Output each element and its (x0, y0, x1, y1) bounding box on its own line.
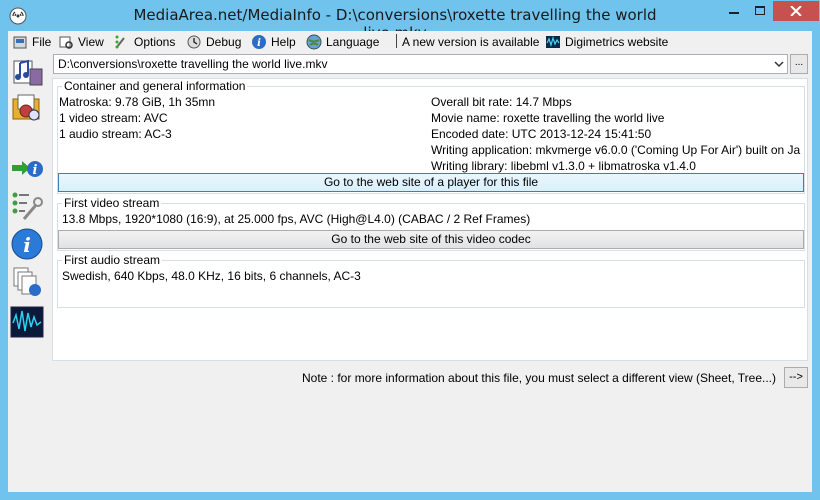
view-sidebar: i i (8, 51, 46, 351)
options-icon (115, 35, 125, 48)
change-view-button[interactable]: --> (784, 367, 808, 388)
view-note: Note : for more information about this f… (302, 371, 776, 385)
audio-info: Swedish, 640 Kbps, 48.0 KHz, 16 bits, 6 … (62, 269, 361, 283)
menu-language-label: Language (326, 34, 380, 49)
video-group: First video stream 13.8 Mbps, 1920*1080 … (57, 196, 805, 251)
minimize-button[interactable] (720, 1, 747, 21)
menu-separator (396, 34, 397, 48)
open-folder-icon (12, 94, 40, 121)
preferences-button[interactable] (10, 189, 44, 223)
codec-website-button[interactable]: Go to the web site of this video codec (58, 230, 804, 249)
menu-new-version[interactable]: A new version is available (402, 33, 539, 50)
export-button[interactable]: i (10, 151, 44, 185)
audio-group-title: First audio stream (62, 253, 163, 267)
file-path-value: D:\conversions\roxette travelling the wo… (58, 57, 328, 71)
video-group-title: First video stream (62, 196, 162, 210)
general-right-line: Overall bit rate: 14.7 Mbps (431, 95, 572, 109)
preferences-icon (12, 192, 43, 220)
file-icon (13, 36, 27, 48)
maximize-icon (755, 6, 765, 15)
open-folder-button[interactable] (10, 91, 44, 125)
app-window: MediaArea.net/MediaInfo - D:\conversions… (0, 0, 820, 500)
svg-text:i: i (257, 38, 261, 49)
general-group-title: Container and general information (62, 79, 248, 93)
title-bar[interactable]: MediaArea.net/MediaInfo - D:\conversions… (0, 0, 820, 42)
open-file-icon (13, 59, 43, 86)
browse-button[interactable]: ... (790, 54, 808, 74)
menu-language[interactable]: Language (306, 33, 379, 50)
video-info: 13.8 Mbps, 1920*1080 (16:9), at 25.000 f… (62, 212, 531, 226)
menu-digimetrics-label: Digimetrics website (565, 34, 669, 49)
svg-text:i: i (33, 163, 38, 178)
about-icon: i (11, 228, 43, 260)
menu-bar: File View Options Debug i Help Language (8, 31, 812, 51)
globe-icon (306, 34, 322, 49)
digimetrics-button[interactable] (10, 305, 44, 339)
close-button[interactable] (773, 1, 819, 21)
debug-icon (187, 35, 201, 48)
about-button[interactable]: i (10, 227, 44, 261)
menu-digimetrics[interactable]: Digimetrics website (545, 33, 668, 50)
export-icon: i (12, 161, 43, 178)
general-left-line: Matroska: 9.78 GiB, 1h 35mn (59, 95, 216, 109)
menu-new-version-label: A new version is available (402, 34, 540, 49)
menu-help[interactable]: i Help (251, 33, 296, 50)
chevron-down-icon[interactable] (773, 59, 785, 69)
knowledge-button[interactable] (10, 265, 44, 299)
close-icon (790, 6, 802, 16)
menu-file-label: File (32, 34, 52, 49)
menu-view-label: View (78, 34, 104, 49)
view-icon (59, 36, 73, 49)
menu-file[interactable]: File (12, 33, 51, 50)
digimetrics-icon (546, 35, 560, 48)
menu-view[interactable]: View (58, 33, 104, 50)
open-file-button[interactable] (10, 55, 44, 89)
general-right-line: Writing application: mkvmerge v6.0.0 ('C… (431, 143, 801, 157)
general-left-line: 1 audio stream: AC-3 (59, 127, 172, 141)
general-group: Container and general information Matros… (57, 79, 805, 194)
general-right-line: Writing library: libebml v1.3.0 + libmat… (431, 159, 696, 173)
maximize-button[interactable] (747, 1, 773, 21)
client-area: File View Options Debug i Help Language (8, 31, 812, 492)
general-right-line: Encoded date: UTC 2013-12-24 15:41:50 (431, 127, 652, 141)
menu-debug-label: Debug (206, 34, 242, 49)
waveform-icon (10, 306, 44, 338)
svg-text:i: i (23, 233, 31, 257)
menu-options-label: Options (134, 34, 176, 49)
audio-group: First audio stream Swedish, 640 Kbps, 48… (57, 253, 805, 308)
knowledge-icon (13, 267, 41, 296)
menu-debug[interactable]: Debug (186, 33, 241, 50)
player-website-button[interactable]: Go to the web site of a player for this … (58, 173, 804, 192)
info-icon: i (252, 34, 266, 49)
menu-options[interactable]: Options (114, 33, 175, 50)
minimize-icon (728, 12, 739, 14)
info-panel: Container and general information Matros… (52, 78, 808, 361)
file-path-combobox[interactable]: D:\conversions\roxette travelling the wo… (53, 54, 788, 74)
general-left-line: 1 video stream: AVC (59, 111, 168, 125)
general-right-line: Movie name: roxette travelling the world… (431, 111, 665, 125)
menu-help-label: Help (271, 34, 296, 49)
